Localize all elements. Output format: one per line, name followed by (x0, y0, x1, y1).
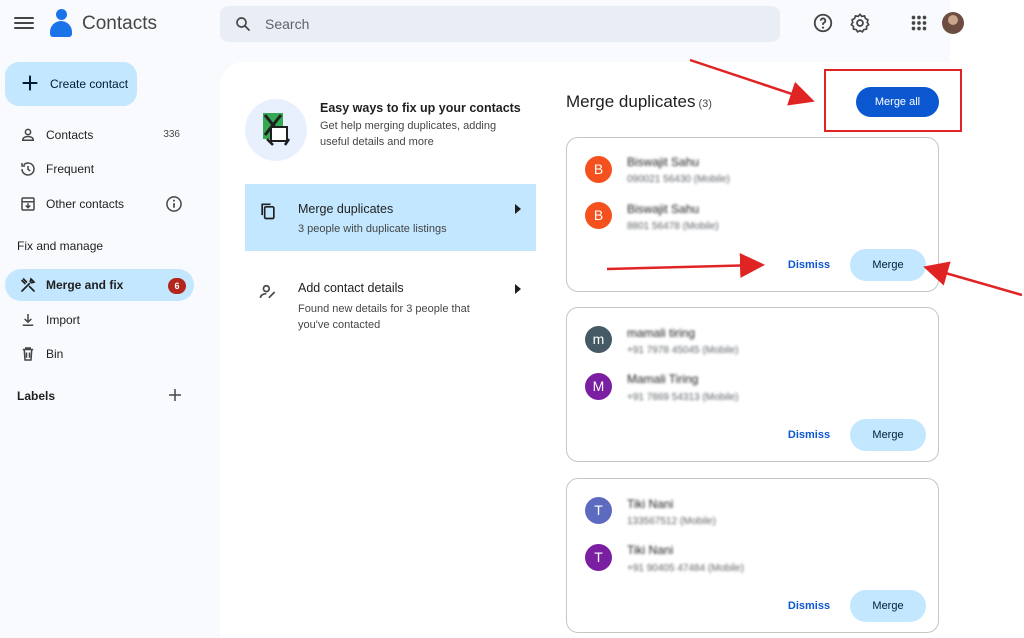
contact-name: Tiki Nani (627, 497, 674, 511)
trash-icon (22, 347, 34, 361)
info-icon[interactable] (164, 194, 184, 214)
option-add-contact-details[interactable]: Add contact details Found new details fo… (245, 266, 536, 338)
sidebar-item-label: Contacts (46, 128, 94, 142)
labels-heading: Labels (17, 389, 56, 403)
chevron-right-icon (515, 284, 521, 294)
contacts-app: Contacts Search Create contact Contacts … (0, 0, 964, 638)
contact-phone: 8801 56478 (Mobile) (627, 221, 719, 232)
sidebar-item-label: Merge and fix (46, 278, 124, 292)
sidebar-item-label: Frequent (46, 162, 95, 176)
avatar: T (585, 497, 612, 524)
sidebar-item-label: Other contacts (46, 197, 125, 211)
plus-icon (22, 75, 38, 91)
option-subtitle: Found new details for 3 people that you'… (298, 303, 470, 331)
option-subtitle: 3 people with duplicate listings (298, 223, 447, 235)
account-avatar[interactable] (942, 12, 964, 34)
dismiss-button[interactable]: Dismiss (779, 420, 839, 450)
duplicate-card: B Biswajit Sahu 090021 56430 (Mobile) B … (566, 137, 939, 292)
fix-title: Easy ways to fix up your contacts (320, 101, 521, 115)
app-title: Contacts (82, 13, 157, 34)
main-menu-icon[interactable] (14, 14, 34, 34)
duplicate-card: m mamali tiring +91 7978 45045 (Mobile) … (566, 307, 939, 462)
gear-icon[interactable] (849, 12, 871, 34)
contact-name: mamali tiring (627, 326, 696, 340)
sidebar-item-label: Bin (46, 347, 64, 361)
contact-name: Tiki Nani (627, 543, 674, 557)
contact-phone: +91 90405 47484 (Mobile) (627, 563, 745, 574)
contact-phone: 133567512 (Mobile) (627, 516, 716, 527)
search-bar[interactable]: Search (220, 6, 780, 42)
contact-phone: +91 7869 54313 (Mobile) (627, 392, 739, 403)
merge-duplicates-heading: Merge duplicates (3) (566, 92, 712, 112)
apps-grid-icon[interactable] (908, 12, 930, 34)
fix-subtitle: Get help merging duplicates, adding usef… (320, 120, 497, 148)
contacts-count: 336 (163, 129, 180, 140)
option-title: Merge duplicates (298, 202, 394, 216)
contact-name: Mamali Tiring (627, 372, 699, 386)
person-edit-icon (259, 284, 276, 299)
fix-illustration-icon (245, 99, 307, 161)
chevron-right-icon (515, 204, 521, 214)
create-contact-label: Create contact (50, 77, 129, 91)
sidebar-item-frequent[interactable]: Frequent (5, 153, 194, 185)
sidebar-item-other-contacts[interactable]: Other contacts (5, 188, 194, 220)
merge-fix-badge: 6 (168, 278, 186, 294)
avatar: M (585, 373, 612, 400)
person-icon (21, 128, 35, 141)
contact-name: Biswajit Sahu (627, 202, 700, 216)
contact-phone: 090021 56430 (Mobile) (627, 174, 730, 185)
copy-icon (261, 203, 275, 220)
dismiss-button[interactable]: Dismiss (779, 250, 839, 280)
merge-button[interactable]: Merge (850, 590, 926, 622)
search-icon[interactable] (234, 15, 252, 33)
option-merge-duplicates[interactable]: Merge duplicates 3 people with duplicate… (245, 184, 536, 251)
option-title: Add contact details (298, 281, 404, 295)
contact-phone: +91 7978 45045 (Mobile) (627, 345, 739, 356)
help-icon[interactable] (812, 12, 834, 34)
avatar: m (585, 326, 612, 353)
merge-heading-text: Merge duplicates (566, 92, 696, 111)
avatar: T (585, 544, 612, 571)
contact-name: Biswajit Sahu (627, 155, 700, 169)
tools-icon (21, 277, 36, 292)
merge-button[interactable]: Merge (850, 419, 926, 451)
dismiss-button[interactable]: Dismiss (779, 591, 839, 621)
fix-and-manage-heading: Fix and manage (17, 239, 104, 253)
add-label-icon[interactable] (166, 386, 184, 404)
archive-download-icon (21, 197, 35, 211)
sidebar-item-merge-and-fix[interactable]: Merge and fix 6 (5, 269, 194, 301)
history-icon (21, 162, 35, 176)
avatar: B (585, 202, 612, 229)
duplicates-count: (3) (698, 98, 712, 110)
download-icon (22, 314, 34, 326)
search-input[interactable]: Search (265, 16, 309, 32)
contacts-logo-icon (50, 9, 72, 37)
sidebar-item-label: Import (46, 313, 81, 327)
avatar: B (585, 156, 612, 183)
merge-all-button[interactable]: Merge all (856, 87, 939, 117)
sidebar-item-bin[interactable]: Bin (5, 338, 194, 370)
duplicate-card: T Tiki Nani 133567512 (Mobile) T Tiki Na… (566, 478, 939, 633)
merge-button[interactable]: Merge (850, 249, 926, 281)
sidebar-item-contacts[interactable]: Contacts 336 (5, 119, 194, 151)
sidebar-item-import[interactable]: Import (5, 304, 194, 336)
create-contact-button[interactable]: Create contact (5, 62, 137, 106)
